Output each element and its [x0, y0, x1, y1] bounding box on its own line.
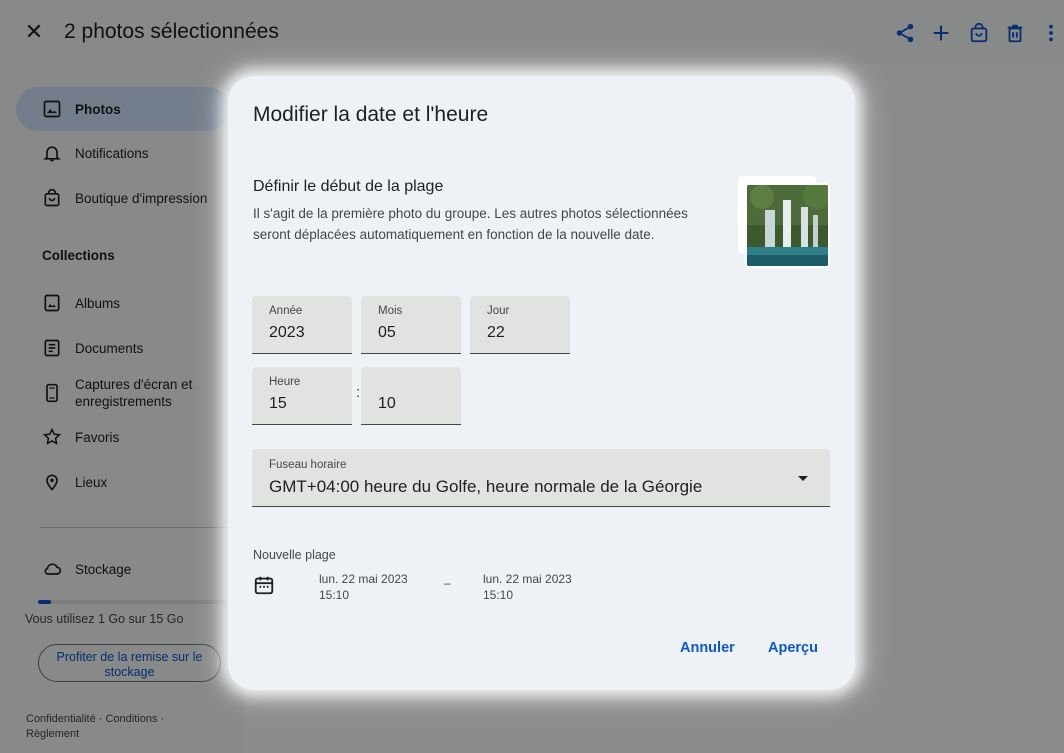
range-end-time: 15:10: [483, 588, 514, 602]
year-field[interactable]: Année 2023: [252, 296, 352, 354]
range-start: lun. 22 mai 2023 15:10: [319, 571, 408, 603]
day-label: Jour: [487, 305, 510, 317]
hour-field[interactable]: Heure 15: [252, 367, 352, 425]
waterfall-photo: [747, 185, 828, 266]
dialog-title: Modifier la date et l'heure: [253, 103, 489, 126]
month-label: Mois: [378, 305, 403, 317]
new-range-label: Nouvelle plage: [253, 548, 336, 562]
year-label: Année: [269, 305, 303, 317]
dialog-description: Il s'agit de la première photo du groupe…: [253, 206, 688, 242]
day-value: 22: [487, 324, 505, 341]
calendar-icon: [254, 576, 274, 595]
hour-label: Heure: [269, 376, 301, 388]
minute-field[interactable]: 10: [361, 367, 461, 425]
time-separator: :: [356, 384, 361, 401]
day-field[interactable]: Jour 22: [470, 296, 570, 354]
photo-thumbnail: [745, 183, 830, 268]
photo-thumbnail-stack: [738, 176, 833, 271]
dialog-subtitle: Définir le début de la plage: [253, 178, 444, 195]
cancel-button[interactable]: Annuler: [680, 640, 735, 656]
month-value: 05: [378, 324, 396, 341]
timezone-select[interactable]: Fuseau horaire GMT+04:00 heure du Golfe,…: [252, 449, 830, 507]
hour-value: 15: [269, 395, 287, 412]
edit-date-dialog: Modifier la date et l'heure Définir le d…: [228, 76, 855, 690]
preview-button[interactable]: Aperçu: [768, 640, 818, 656]
dropdown-arrow-icon: [798, 476, 808, 481]
month-field[interactable]: Mois 05: [361, 296, 461, 354]
range-end-date: lun. 22 mai 2023: [483, 572, 572, 586]
range-end: lun. 22 mai 2023 15:10: [483, 571, 572, 603]
minute-value: 10: [378, 395, 396, 412]
range-start-date: lun. 22 mai 2023: [319, 572, 408, 586]
range-start-time: 15:10: [319, 588, 350, 602]
timezone-label: Fuseau horaire: [269, 459, 347, 471]
year-value: 2023: [269, 324, 305, 341]
timezone-value: GMT+04:00 heure du Golfe, heure normale …: [269, 477, 703, 496]
range-dash: –: [444, 576, 451, 590]
